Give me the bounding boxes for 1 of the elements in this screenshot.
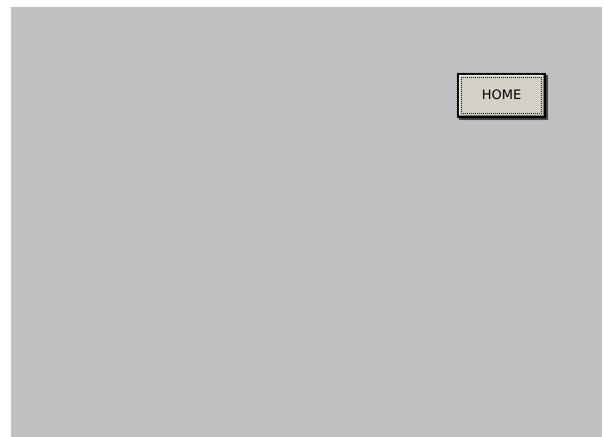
home-button[interactable]: HOME bbox=[457, 73, 546, 118]
